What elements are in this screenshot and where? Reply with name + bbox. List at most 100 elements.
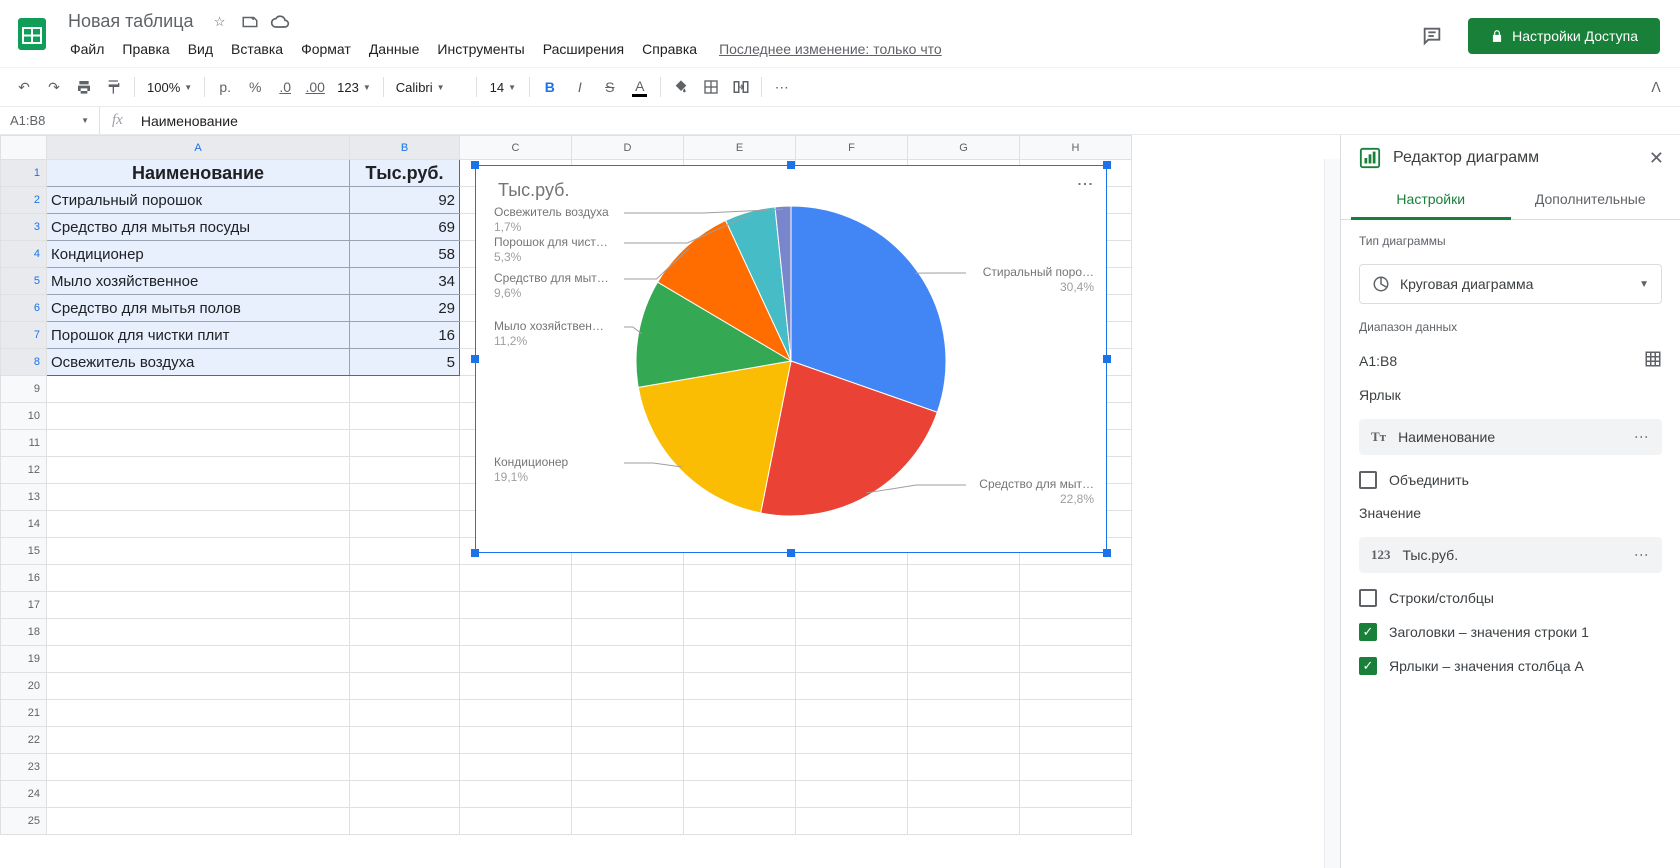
more-formats-select[interactable]: 123▼ bbox=[331, 73, 377, 101]
menu-format[interactable]: Формат bbox=[293, 37, 359, 61]
chart-menu-icon[interactable]: ⋮ bbox=[1075, 176, 1094, 193]
cell-B14[interactable] bbox=[350, 511, 460, 538]
cell-E23[interactable] bbox=[684, 754, 796, 781]
cell-E16[interactable] bbox=[684, 565, 796, 592]
italic-button[interactable]: I bbox=[566, 73, 594, 101]
cell-D17[interactable] bbox=[572, 592, 684, 619]
cell-G22[interactable] bbox=[908, 727, 1020, 754]
cell-C17[interactable] bbox=[460, 592, 572, 619]
col-header-B[interactable]: B bbox=[350, 136, 460, 160]
menu-file[interactable]: Файл bbox=[62, 37, 112, 61]
cell-B15[interactable] bbox=[350, 538, 460, 565]
resize-handle[interactable] bbox=[1103, 161, 1111, 169]
menu-help[interactable]: Справка bbox=[634, 37, 705, 61]
cell-C23[interactable] bbox=[460, 754, 572, 781]
menu-data[interactable]: Данные bbox=[361, 37, 428, 61]
menu-tools[interactable]: Инструменты bbox=[429, 37, 532, 61]
cell-C25[interactable] bbox=[460, 808, 572, 835]
share-button[interactable]: Настройки Доступа bbox=[1468, 18, 1660, 54]
cell-G18[interactable] bbox=[908, 619, 1020, 646]
cell-E19[interactable] bbox=[684, 646, 796, 673]
menu-edit[interactable]: Правка bbox=[114, 37, 177, 61]
paint-format-button[interactable] bbox=[100, 73, 128, 101]
cell-B2[interactable]: 92 bbox=[350, 187, 460, 214]
row-header-2[interactable]: 2 bbox=[1, 187, 47, 214]
cell-F17[interactable] bbox=[796, 592, 908, 619]
print-button[interactable] bbox=[70, 73, 98, 101]
resize-handle[interactable] bbox=[787, 549, 795, 557]
combine-checkbox[interactable]: Объединить bbox=[1359, 471, 1662, 489]
label-chip[interactable]: Tᴛ Наименование ⋮ bbox=[1359, 419, 1662, 455]
row-header-5[interactable]: 5 bbox=[1, 268, 47, 295]
cell-A23[interactable] bbox=[47, 754, 350, 781]
cell-A6[interactable]: Средство для мытья полов bbox=[47, 295, 350, 322]
cell-B25[interactable] bbox=[350, 808, 460, 835]
row-header-19[interactable]: 19 bbox=[1, 646, 47, 673]
cell-E21[interactable] bbox=[684, 700, 796, 727]
rows-cols-checkbox[interactable]: Строки/столбцы bbox=[1359, 589, 1662, 607]
cell-E25[interactable] bbox=[684, 808, 796, 835]
close-icon[interactable]: ✕ bbox=[1649, 148, 1664, 169]
col-header-C[interactable]: C bbox=[460, 136, 572, 160]
cloud-icon[interactable] bbox=[270, 12, 290, 32]
row-header-4[interactable]: 4 bbox=[1, 241, 47, 268]
cell-G21[interactable] bbox=[908, 700, 1020, 727]
comments-button[interactable] bbox=[1412, 16, 1452, 56]
col-header-D[interactable]: D bbox=[572, 136, 684, 160]
cell-A19[interactable] bbox=[47, 646, 350, 673]
cell-A11[interactable] bbox=[47, 430, 350, 457]
cell-C24[interactable] bbox=[460, 781, 572, 808]
more-toolbar-button[interactable]: ⋯ bbox=[768, 73, 796, 101]
resize-handle[interactable] bbox=[471, 549, 479, 557]
row-header-9[interactable]: 9 bbox=[1, 376, 47, 403]
cell-F23[interactable] bbox=[796, 754, 908, 781]
col-header-H[interactable]: H bbox=[1020, 136, 1132, 160]
cell-F22[interactable] bbox=[796, 727, 908, 754]
cell-H20[interactable] bbox=[1020, 673, 1132, 700]
last-modified[interactable]: Последнее изменение: только что bbox=[719, 37, 942, 61]
menu-insert[interactable]: Вставка bbox=[223, 37, 291, 61]
cell-A1[interactable]: Наименование bbox=[47, 160, 350, 187]
cell-B6[interactable]: 29 bbox=[350, 295, 460, 322]
merge-button[interactable] bbox=[727, 73, 755, 101]
undo-button[interactable]: ↶ bbox=[10, 73, 38, 101]
font-size-select[interactable]: 14▼ bbox=[483, 73, 523, 101]
cell-C16[interactable] bbox=[460, 565, 572, 592]
cell-B9[interactable] bbox=[350, 376, 460, 403]
cell-E18[interactable] bbox=[684, 619, 796, 646]
cell-G19[interactable] bbox=[908, 646, 1020, 673]
cell-H25[interactable] bbox=[1020, 808, 1132, 835]
cell-B17[interactable] bbox=[350, 592, 460, 619]
resize-handle[interactable] bbox=[1103, 549, 1111, 557]
row-header-14[interactable]: 14 bbox=[1, 511, 47, 538]
cell-B18[interactable] bbox=[350, 619, 460, 646]
cell-E22[interactable] bbox=[684, 727, 796, 754]
cell-B22[interactable] bbox=[350, 727, 460, 754]
row-header-20[interactable]: 20 bbox=[1, 673, 47, 700]
cell-C21[interactable] bbox=[460, 700, 572, 727]
cell-A20[interactable] bbox=[47, 673, 350, 700]
cell-G24[interactable] bbox=[908, 781, 1020, 808]
cell-A9[interactable] bbox=[47, 376, 350, 403]
row-header-17[interactable]: 17 bbox=[1, 592, 47, 619]
row-header-7[interactable]: 7 bbox=[1, 322, 47, 349]
cell-H17[interactable] bbox=[1020, 592, 1132, 619]
cell-A13[interactable] bbox=[47, 484, 350, 511]
sheets-logo[interactable] bbox=[12, 14, 52, 54]
cell-A14[interactable] bbox=[47, 511, 350, 538]
cell-A18[interactable] bbox=[47, 619, 350, 646]
formula-input[interactable]: Наименование bbox=[135, 113, 1680, 129]
pie-chart[interactable]: ⋮ Тыс.руб. Стиральный поро…30,4%Средство… bbox=[475, 165, 1107, 553]
row-header-21[interactable]: 21 bbox=[1, 700, 47, 727]
cell-F25[interactable] bbox=[796, 808, 908, 835]
cell-B11[interactable] bbox=[350, 430, 460, 457]
cell-F21[interactable] bbox=[796, 700, 908, 727]
row-header-13[interactable]: 13 bbox=[1, 484, 47, 511]
fill-color-button[interactable] bbox=[667, 73, 695, 101]
cell-B24[interactable] bbox=[350, 781, 460, 808]
cell-B20[interactable] bbox=[350, 673, 460, 700]
select-all-corner[interactable] bbox=[1, 136, 47, 160]
col-header-A[interactable]: A bbox=[47, 136, 350, 160]
row-header-23[interactable]: 23 bbox=[1, 754, 47, 781]
star-icon[interactable]: ☆ bbox=[210, 12, 230, 32]
